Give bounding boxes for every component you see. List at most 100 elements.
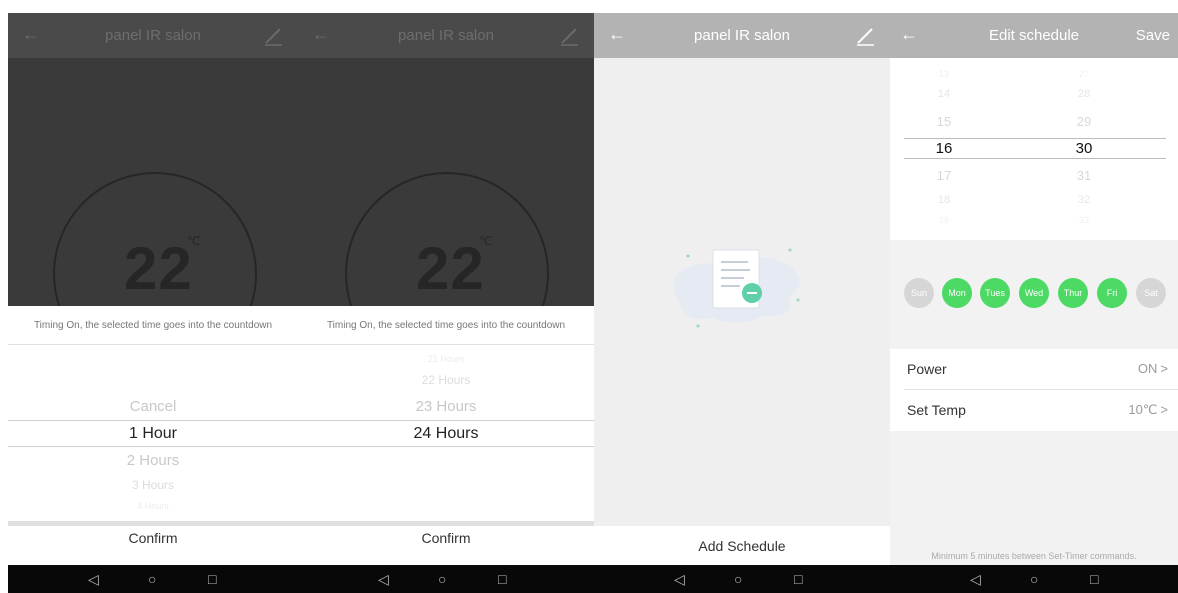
timer-hint: Timing On, the selected time goes into t… [33, 320, 273, 331]
set-temp-value-wrap: 10℃ > [1128, 402, 1168, 418]
day-sun[interactable]: Sun [904, 278, 934, 308]
timer-sheet: Timing On, the selected time goes into t… [8, 306, 298, 565]
nav-back-icon[interactable]: ◁ [674, 571, 685, 588]
nav-home-icon[interactable]: ○ [438, 571, 446, 587]
picker-option[interactable]: 22 Hours [298, 373, 594, 387]
day-thur[interactable]: Thur [1058, 278, 1088, 308]
timer-screen-2: ← panel IR salon 22 ℃ Timing On, the sel… [298, 13, 594, 593]
footer-area: Minimum 5 minutes between Set-Timer comm… [890, 431, 1178, 565]
nav-back-icon[interactable]: ◁ [970, 571, 981, 588]
hour-option[interactable]: 18 [914, 194, 974, 206]
nav-back-icon[interactable]: ◁ [88, 571, 99, 588]
add-schedule-button[interactable]: Add Schedule [594, 526, 890, 566]
nav-recent-icon[interactable]: □ [794, 571, 802, 587]
hour-option[interactable]: 15 [914, 114, 974, 129]
picker-option[interactable]: 23 Hours [298, 398, 594, 415]
timer-sheet: Timing On, the selected time goes into t… [298, 306, 594, 565]
power-value: ON [1137, 361, 1158, 376]
nav-home-icon[interactable]: ○ [148, 571, 156, 587]
temperature-unit: ℃ [187, 234, 201, 248]
hour-option[interactable]: 14 [914, 88, 974, 100]
picker-option[interactable]: 2 Hours [8, 452, 298, 469]
picker-option[interactable]: 3 Hours [8, 478, 298, 492]
dimmed-overlay: 22 ℃ [8, 58, 298, 306]
empty-document-icon [673, 248, 800, 328]
app-header: ← panel IR salon [8, 13, 298, 58]
picker-select-line [904, 158, 1166, 159]
day-fri[interactable]: Fri [1097, 278, 1127, 308]
time-picker[interactable]: 13 14 15 16 17 18 19 27 28 29 30 31 32 3… [890, 58, 1178, 240]
day-mon[interactable]: Mon [942, 278, 972, 308]
picker-select-line [8, 420, 298, 421]
timer-hint: Timing On, the selected time goes into t… [326, 320, 566, 331]
minute-option[interactable]: 32 [1054, 194, 1114, 206]
divider-band [8, 521, 298, 526]
nav-back-icon[interactable]: ◁ [378, 571, 389, 588]
temperature-value: 22 [124, 235, 193, 302]
set-temp-label: Set Temp [907, 402, 966, 418]
nav-recent-icon[interactable]: □ [498, 571, 506, 587]
nav-home-icon[interactable]: ○ [1030, 571, 1038, 587]
nav-home-icon[interactable]: ○ [734, 571, 742, 587]
picker-selected[interactable]: 1 Hour [8, 425, 298, 443]
nav-recent-icon[interactable]: □ [1090, 571, 1098, 587]
system-nav-bar: ◁ ○ □ [890, 565, 1178, 593]
add-schedule-label: Add Schedule [698, 538, 786, 554]
picker-select-line [298, 446, 594, 447]
divider [298, 344, 594, 345]
minute-option[interactable]: 31 [1054, 168, 1114, 183]
picker-option[interactable]: 21 Hours [298, 354, 594, 364]
hour-option[interactable]: 19 [914, 215, 974, 225]
day-sat[interactable]: Sat [1136, 278, 1166, 308]
set-temp-row[interactable]: Set Temp 10℃ > [890, 390, 1178, 430]
edit-pencil-icon[interactable] [854, 25, 876, 47]
picker-option[interactable]: 4 Hours [8, 501, 298, 511]
power-row[interactable]: Power ON > [890, 349, 1178, 389]
app-header: ← panel IR salon [298, 13, 594, 58]
minute-selected[interactable]: 30 [1054, 140, 1114, 157]
picker-select-line [298, 420, 594, 421]
header-title: panel IR salon [398, 27, 494, 44]
edit-schedule-screen: ← Edit schedule Save 13 14 15 16 17 18 1… [890, 13, 1178, 593]
temperature-unit: ℃ [479, 234, 493, 248]
temperature-value: 22 [416, 235, 485, 302]
confirm-button[interactable]: Confirm [298, 530, 594, 546]
header-title: Edit schedule [988, 27, 1080, 44]
picker-cancel[interactable]: Cancel [8, 398, 298, 415]
timer-note: Minimum 5 minutes between Set-Timer comm… [931, 551, 1137, 561]
system-nav-bar: ◁ ○ □ [594, 565, 890, 593]
header-title: panel IR salon [105, 27, 201, 44]
minute-option[interactable]: 28 [1054, 88, 1114, 100]
day-tues[interactable]: Tues [980, 278, 1010, 308]
hour-option[interactable]: 17 [914, 168, 974, 183]
picker-select-line [904, 138, 1166, 139]
schedule-list-screen: ← panel IR salon Add Schedule ◁ ○ □ [594, 13, 890, 593]
hour-option[interactable]: 13 [914, 69, 974, 79]
system-nav-bar: ◁ ○ □ [8, 565, 298, 593]
edit-pencil-icon[interactable] [558, 25, 580, 47]
edit-pencil-icon[interactable] [262, 25, 284, 47]
chevron-right-icon: > [1160, 361, 1168, 376]
header-title: panel IR salon [694, 27, 790, 44]
timer-screen-1: ← panel IR salon 22 ℃ Timing On, the sel… [8, 13, 298, 593]
confirm-button[interactable]: Confirm [8, 530, 298, 546]
system-nav-bar: ◁ ○ □ [298, 565, 594, 593]
chevron-right-icon: > [1160, 402, 1168, 417]
nav-recent-icon[interactable]: □ [208, 571, 216, 587]
repeat-days: Sun Mon Tues Wed Thur Fri Sat [890, 240, 1178, 349]
minute-option[interactable]: 33 [1054, 215, 1114, 225]
set-temp-value: 10℃ [1128, 402, 1158, 417]
divider [8, 344, 298, 345]
day-wed[interactable]: Wed [1019, 278, 1049, 308]
picker-selected[interactable]: 24 Hours [298, 425, 594, 443]
power-value-wrap: ON > [1138, 361, 1168, 376]
hour-selected[interactable]: 16 [914, 140, 974, 157]
picker-select-line [8, 446, 298, 447]
minute-option[interactable]: 29 [1054, 114, 1114, 129]
minute-option[interactable]: 27 [1054, 69, 1114, 79]
dimmed-overlay: 22 ℃ [298, 58, 594, 306]
app-header: ← Edit schedule Save [890, 13, 1178, 58]
divider-band [298, 521, 594, 526]
empty-schedule-area [594, 58, 890, 526]
save-button[interactable]: Save [1136, 27, 1170, 44]
